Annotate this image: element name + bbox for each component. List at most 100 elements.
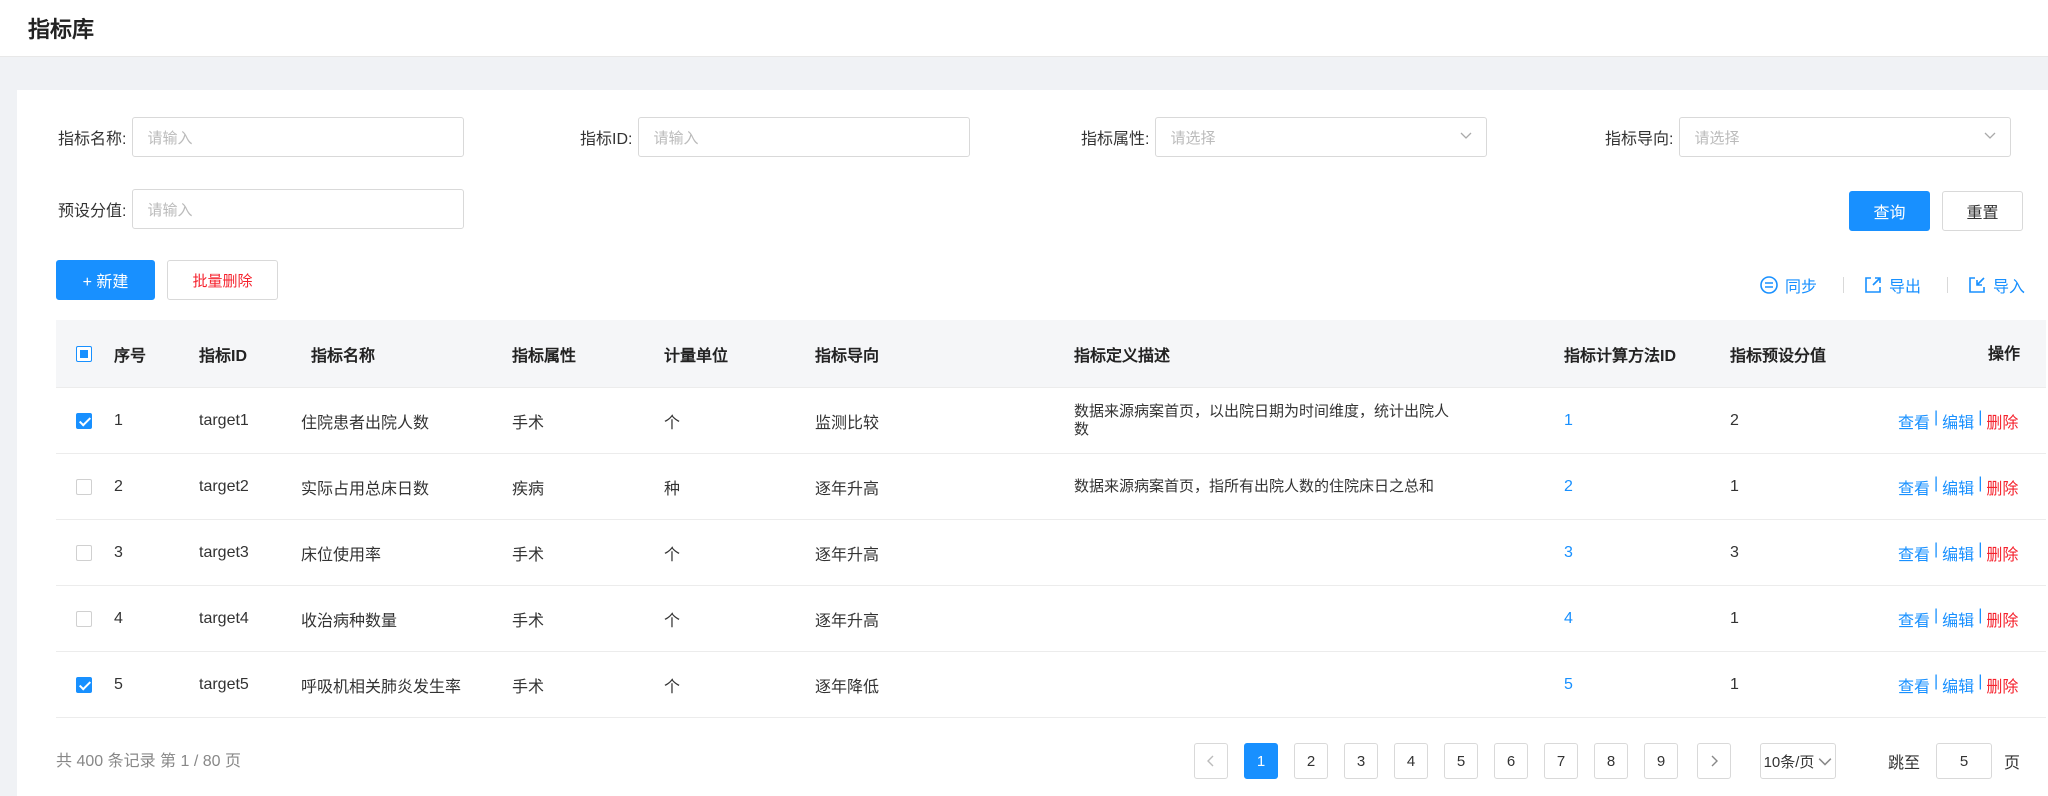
row-checkbox[interactable] [76,478,92,495]
row-id: target5 [199,675,249,693]
chevron-down-icon [1460,132,1472,139]
prev-page-button[interactable] [1194,743,1228,779]
row-no: 3 [114,543,123,561]
column-header: 指标ID [199,347,248,365]
action-separator: | [1934,408,1939,426]
reset-button[interactable]: 重置 [1942,191,2023,231]
batch-delete-button[interactable]: 批量删除 [167,260,278,300]
row-method-id-link[interactable]: 4 [1564,610,1573,628]
view-link[interactable]: 查看 [1898,607,1930,631]
view-link[interactable]: 查看 [1898,673,1930,697]
action-separator: | [1934,474,1939,492]
row-preset: 1 [1730,477,1739,495]
action-separator: | [1978,540,1983,558]
page-button[interactable]: 2 [1294,743,1328,779]
row-no: 5 [114,675,123,693]
row-preset: 2 [1730,411,1739,429]
row-unit: 种 [664,480,681,498]
delete-link[interactable]: 删除 [1986,409,2018,433]
row-name: 床位使用率 [301,546,382,564]
row-description: 数据来源病案首页，以出院日期为时间维度，统计出院人数 [1074,402,1450,438]
row-checkbox[interactable] [76,412,92,429]
export-button[interactable]: 导出 [1863,273,1921,297]
row-actions: 查看 | 编辑 | 删除 [1898,607,2018,631]
select-all-checkbox[interactable] [76,345,92,362]
sync-button[interactable]: 同步 [1759,273,1817,297]
column-header: 指标名称 [311,347,376,365]
page-button[interactable]: 7 [1544,743,1578,779]
edit-link[interactable]: 编辑 [1942,673,1974,697]
row-direction: 逐年升高 [815,546,880,564]
filter-attr-placeholder: 请选择 [1170,129,1216,147]
jump-page-input[interactable]: 5 [1936,743,1992,779]
row-checkbox[interactable] [76,610,92,627]
row-checkbox[interactable] [76,544,92,561]
new-button[interactable]: + 新建 [56,260,155,300]
import-button[interactable]: 导入 [1967,273,2025,297]
row-method-id-link[interactable]: 2 [1564,478,1573,496]
filter-name-input[interactable]: 请输入 [132,117,465,157]
row-attr: 手术 [512,612,545,630]
filter-id-input[interactable]: 请输入 [638,117,971,157]
filter-attr: 指标属性: 请选择 [1081,117,1488,157]
row-no: 1 [114,411,123,429]
edit-link[interactable]: 编辑 [1942,409,1974,433]
filter-attr-select[interactable]: 请选择 [1155,117,1488,157]
page-size-select[interactable]: 10条/页 [1760,743,1836,779]
view-link[interactable]: 查看 [1898,541,1930,565]
row-id: target2 [199,477,249,495]
table-header: 序号 指标ID 指标名称 指标属性 计量单位 指标导向 指标定义描述 指标计算方… [56,320,2046,388]
query-button[interactable]: 查询 [1849,191,1930,231]
row-direction: 逐年降低 [815,678,880,696]
filter-direction: 指标导向: 请选择 [1605,117,2012,157]
column-header: 指标计算方法ID [1564,347,1677,365]
row-preset: 1 [1730,675,1739,693]
page-button[interactable]: 9 [1644,743,1678,779]
row-preset: 3 [1730,543,1739,561]
row-checkbox[interactable] [76,676,92,693]
filter-attr-label: 指标属性: [1081,131,1150,148]
page-button[interactable]: 4 [1394,743,1428,779]
edit-link[interactable]: 编辑 [1942,607,1974,631]
row-method-id-link[interactable]: 5 [1564,676,1573,694]
page-size-value: 10条/页 [1763,753,1815,771]
column-header: 计量单位 [664,347,729,365]
action-separator: | [1978,672,1983,690]
filter-preset-input[interactable]: 请输入 [132,189,465,229]
row-id: target1 [199,411,249,429]
delete-link[interactable]: 删除 [1986,475,2018,499]
table-row: 5 target5 呼吸机相关肺炎发生率 手术个逐年降低 5 1 查看 | 编辑 | 删除 [56,652,2046,718]
row-id: target3 [199,543,249,561]
filter-preset-placeholder: 请输入 [147,201,193,219]
row-id: target4 [199,609,249,627]
page-button[interactable]: 1 [1244,743,1278,779]
filter-preset: 预设分值: 请输入 [58,189,465,229]
next-page-button[interactable] [1697,743,1731,779]
column-header: 操作 [1988,346,2021,363]
page-button[interactable]: 5 [1444,743,1478,779]
row-actions: 查看 | 编辑 | 删除 [1898,409,2018,433]
chevron-left-icon [1207,755,1214,767]
edit-link[interactable]: 编辑 [1942,475,1974,499]
delete-link[interactable]: 删除 [1986,673,2018,697]
row-method-id-link[interactable]: 3 [1564,544,1573,562]
import-label: 导入 [1993,279,2026,296]
column-header: 序号 [114,347,147,365]
delete-link[interactable]: 删除 [1986,607,2018,631]
filter-name-placeholder: 请输入 [147,129,193,147]
delete-link[interactable]: 删除 [1986,541,2018,565]
filter-id-placeholder: 请输入 [653,129,699,147]
row-method-id-link[interactable]: 1 [1564,412,1573,430]
row-actions: 查看 | 编辑 | 删除 [1898,541,2018,565]
view-link[interactable]: 查看 [1898,409,1930,433]
view-link[interactable]: 查看 [1898,475,1930,499]
filter-direction-select[interactable]: 请选择 [1679,117,2012,157]
row-unit: 个 [664,546,681,564]
row-no: 4 [114,609,123,627]
page-button[interactable]: 6 [1494,743,1528,779]
row-direction: 逐年升高 [815,612,880,630]
page-button[interactable]: 8 [1594,743,1628,779]
page-button[interactable]: 3 [1344,743,1378,779]
toolbar-divider [1947,277,1948,293]
edit-link[interactable]: 编辑 [1942,541,1974,565]
